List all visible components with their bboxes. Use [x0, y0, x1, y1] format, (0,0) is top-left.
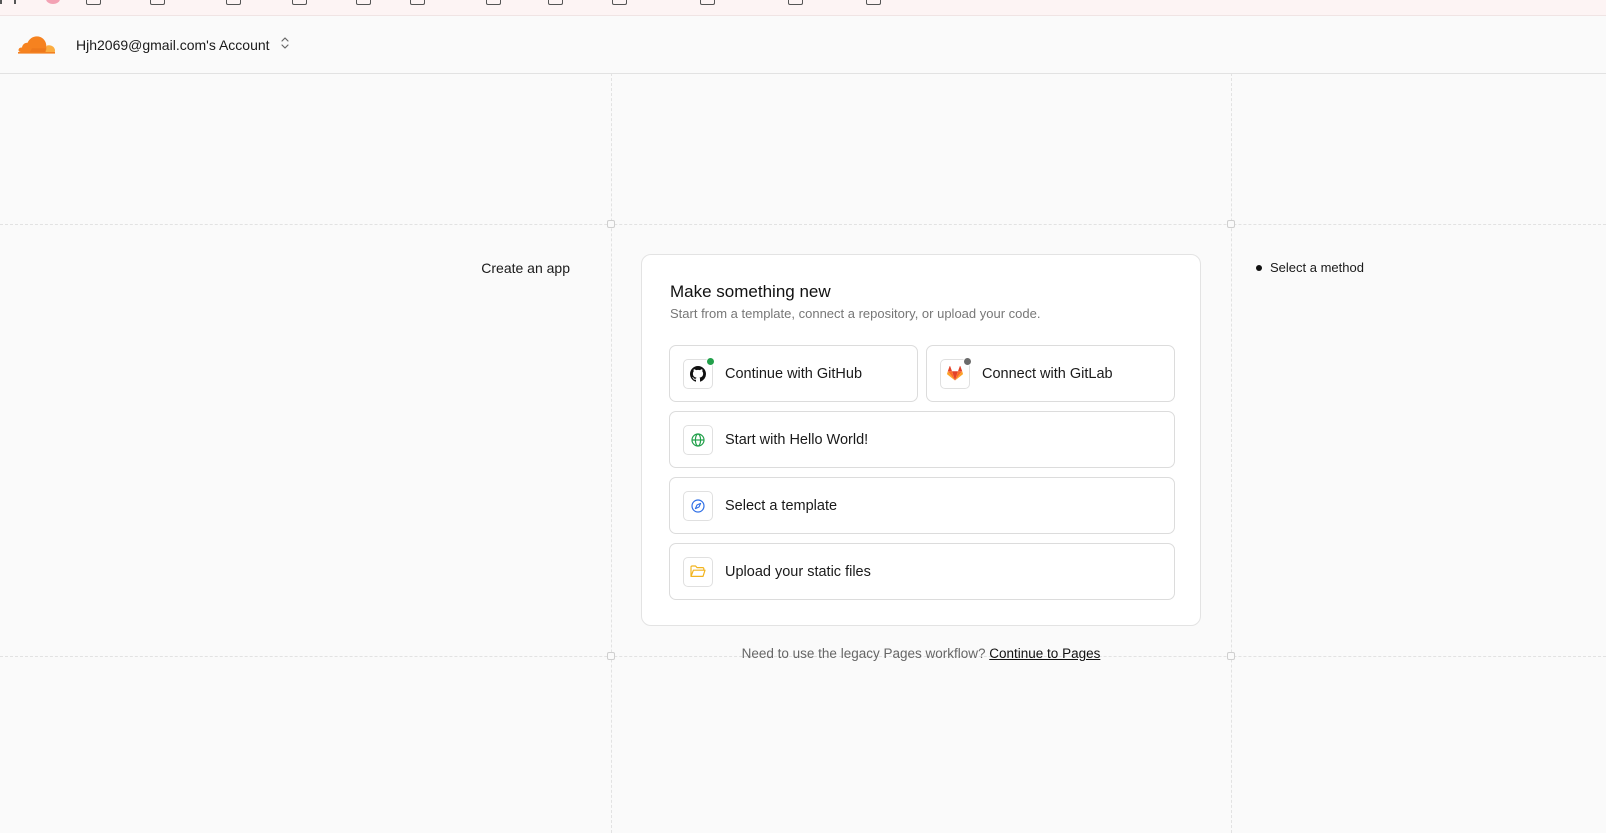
- step-label: Select a method: [1270, 260, 1364, 275]
- step-bullet-icon: [1256, 264, 1262, 271]
- top-bar: Hjh2069@gmail.com's Account: [0, 16, 1606, 74]
- upload-static-files-button[interactable]: Upload your static files: [669, 543, 1175, 600]
- status-dot: [963, 356, 972, 366]
- globe-icon: [683, 424, 713, 455]
- start-with-hello-world-button[interactable]: Start with Hello World!: [669, 411, 1175, 468]
- option-label: Select a template: [725, 497, 838, 514]
- select-template-button[interactable]: Select a template: [669, 477, 1175, 534]
- compass-icon: [683, 490, 713, 521]
- bookmark-folder-icon[interactable]: [356, 0, 371, 5]
- legacy-prompt: Need to use the legacy Pages workflow?: [741, 646, 990, 661]
- card-title: Make something new: [670, 282, 831, 301]
- cloudflare-logo[interactable]: [18, 33, 56, 55]
- layout-guide: [611, 73, 612, 833]
- bookmarks-bar: [0, 0, 1606, 16]
- bookmark-folder-icon[interactable]: [410, 0, 425, 5]
- continue-with-github-button[interactable]: Continue with GitHub: [669, 345, 918, 402]
- guide-corner-marker: [607, 652, 615, 660]
- bookmark-folder-icon[interactable]: [866, 0, 881, 5]
- layout-guide: [0, 224, 1606, 225]
- gitlab-icon: [940, 356, 972, 389]
- option-label: Start with Hello World!: [725, 431, 869, 448]
- bookmark-folder-icon[interactable]: [150, 0, 165, 5]
- card-subtitle: Start from a template, connect a reposit…: [670, 306, 1041, 321]
- github-icon: [683, 356, 715, 389]
- option-label: Upload your static files: [725, 563, 871, 580]
- connect-with-gitlab-button[interactable]: Connect with GitLab: [926, 345, 1175, 402]
- bookmark-folder-icon[interactable]: [788, 0, 803, 5]
- bookmark-folder-icon[interactable]: [486, 0, 501, 5]
- page-title: Create an app: [481, 260, 570, 276]
- guide-corner-marker: [1227, 652, 1235, 660]
- folder-icon: [683, 556, 713, 587]
- bookmark-folder-icon[interactable]: [226, 0, 241, 5]
- bookmark-folder-icon[interactable]: [292, 0, 307, 5]
- chevron-up-down-icon: [280, 36, 290, 55]
- guide-corner-marker: [607, 220, 615, 228]
- continue-to-pages-link[interactable]: Continue to Pages: [989, 646, 1100, 661]
- bookmark-folder-icon[interactable]: [612, 0, 627, 5]
- account-switcher[interactable]: Hjh2069@gmail.com's Account: [76, 34, 290, 56]
- bookmark-folder-icon[interactable]: [548, 0, 563, 5]
- account-name: Hjh2069@gmail.com's Account: [76, 37, 270, 53]
- bookmark-folder-icon[interactable]: [700, 0, 715, 5]
- step-item-select-method: Select a method: [1256, 260, 1364, 275]
- bookmark-folder-icon[interactable]: [86, 0, 101, 5]
- option-label: Continue with GitHub: [725, 365, 863, 382]
- bookmark-favicon-icon[interactable]: [46, 0, 60, 4]
- create-app-card: Make something new Start from a template…: [641, 254, 1201, 626]
- apps-grid-icon[interactable]: [0, 0, 16, 4]
- guide-corner-marker: [1227, 220, 1235, 228]
- legacy-pages-row: Need to use the legacy Pages workflow? C…: [641, 646, 1201, 661]
- layout-guide: [1231, 73, 1232, 833]
- option-label: Connect with GitLab: [982, 365, 1113, 382]
- status-dot: [706, 356, 715, 366]
